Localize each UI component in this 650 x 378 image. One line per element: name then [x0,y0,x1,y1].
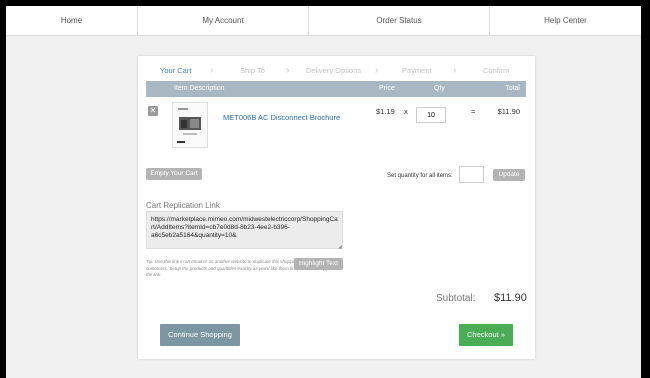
checkout-steps: Your Cart › Ship To › Delivery Options ›… [138,64,535,78]
chevron-right-icon: › [375,65,379,76]
cart-item-row: ✕ MET006B AC Disconnect Brochure $1.19 x… [146,101,526,151]
nav-home[interactable]: Home [6,6,138,35]
cart-table-header: Item Description Price Qty Total [146,81,526,97]
browser-viewport: Home My Account Order Status Help Center… [6,6,641,378]
product-thumbnail [172,102,208,148]
header-item-description: Item Description [174,85,225,92]
step-confirm: Confirm [483,66,510,75]
step-payment: Payment [402,66,432,75]
continue-shopping-button[interactable]: Continue Shopping [160,324,240,346]
equals-sign: = [471,107,476,116]
quantity-input[interactable] [416,107,446,123]
checkout-button[interactable]: Checkout » [459,324,513,346]
set-quantity-input[interactable] [459,166,484,183]
subtotal-value: $11.90 [494,292,527,304]
step-ship-to: Ship To [240,66,265,75]
remove-item-icon[interactable]: ✕ [148,106,158,116]
header-total: Total [505,85,520,92]
nav-order-status[interactable]: Order Status [309,6,490,35]
product-name-link[interactable]: MET006B AC Disconnect Brochure [223,113,340,122]
step-your-cart[interactable]: Your Cart [160,64,191,78]
header-qty: Qty [434,85,445,92]
unit-price: $1.19 [376,107,395,116]
chevron-right-icon: › [210,65,214,76]
subtotal-label: Subtotal: [436,293,476,304]
resize-grip-icon: ◢ [338,244,342,250]
top-navigation: Home My Account Order Status Help Center [6,6,641,36]
cart-replication-link-field[interactable]: https://marketplace.mimeo.com/midwestele… [146,211,343,249]
chevron-right-icon: › [286,65,290,76]
update-button[interactable]: Update [493,169,525,181]
cart-panel: Your Cart › Ship To › Delivery Options ›… [138,56,535,359]
cart-replication-title: Cart Replication Link [146,201,220,210]
nav-my-account[interactable]: My Account [138,6,309,35]
set-quantity-label: Set quantity for all items: [387,173,453,179]
chevron-right-icon: › [453,65,457,76]
step-delivery-options: Delivery Options [306,66,362,75]
highlight-text-button[interactable]: Highlight Text [294,258,343,270]
header-price: Price [379,85,395,92]
times-sign: x [404,107,408,116]
line-total: $11.90 [497,107,520,116]
nav-help-center[interactable]: Help Center [490,6,641,35]
empty-cart-button[interactable]: Empty Your Cart [146,168,202,180]
